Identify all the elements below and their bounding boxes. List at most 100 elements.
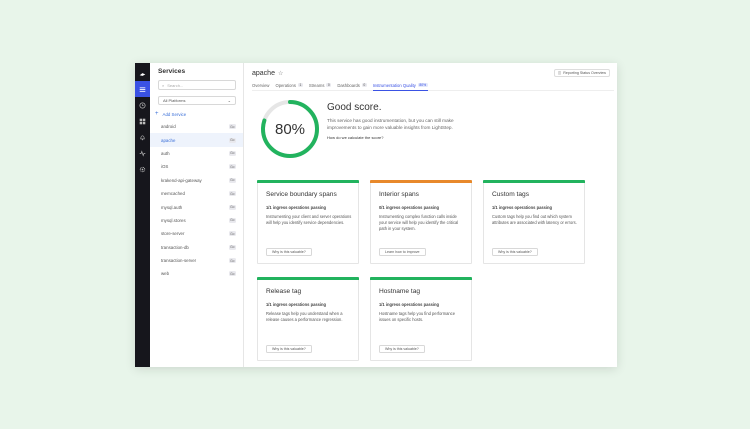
language-badge: Go (228, 271, 236, 277)
card-status: 1/1 ingress operations passing (379, 302, 440, 307)
card-service-boundary-spans: Service boundary spans 1/1 ingress opera… (257, 180, 359, 264)
add-service-button[interactable]: + Add Service (155, 111, 243, 117)
app-window: Services ⌕ Search... All Platforms ⌄ + A… (135, 63, 617, 367)
why-valuable-button[interactable]: Why is this valuable? (492, 248, 538, 256)
platform-select[interactable]: All Platforms ⌄ (158, 96, 236, 105)
card-status-bar (257, 277, 359, 280)
score-calculation-link[interactable]: How do we calculate the score? (327, 135, 462, 140)
card-status: 1/1 ingress operations passing (266, 205, 327, 210)
service-item[interactable]: iOS Go (150, 160, 243, 173)
bell-icon[interactable] (135, 129, 150, 145)
card-custom-tags: Custom tags 1/1 ingress operations passi… (483, 180, 585, 264)
language-badge: Go (228, 244, 236, 250)
card-status: 1/1 ingress operations passing (492, 205, 553, 210)
service-item[interactable]: krakend-api-gateway Go (150, 174, 243, 187)
search-icon: ⌕ (162, 82, 165, 88)
service-search-input[interactable]: ⌕ Search... (158, 80, 236, 90)
service-name: android (161, 124, 176, 130)
tab-count: 1 (297, 83, 303, 87)
card-interior-spans: Interior spans 0/1 ingress operations pa… (370, 180, 472, 264)
tab-label: Overview (252, 83, 270, 88)
card-hostname-tag: Hostname tag 1/1 ingress operations pass… (370, 277, 472, 361)
tab-streams[interactable]: Streams 0 (308, 83, 332, 90)
why-valuable-button[interactable]: Why is this valuable? (266, 345, 312, 353)
score-text: Good score. This service has good instru… (327, 102, 462, 160)
card-status-bar (483, 180, 585, 183)
card-status-bar (370, 277, 472, 280)
score-summary: 80% Good score. This service has good in… (252, 98, 617, 160)
why-valuable-button[interactable]: Why is this valuable? (379, 345, 425, 353)
clock-icon[interactable] (135, 97, 150, 113)
card-status: 1/1 ingress operations passing (266, 302, 327, 307)
language-badge: Go (228, 258, 236, 264)
language-badge: Go (228, 150, 236, 156)
language-badge: Go (228, 231, 236, 237)
score-title: Good score. (327, 102, 382, 113)
why-valuable-button[interactable]: Why is this valuable? (266, 248, 312, 256)
nav-rail (135, 63, 150, 367)
score-ring: 80% (259, 98, 321, 160)
card-status: 0/1 ingress operations passing (379, 205, 440, 210)
service-item[interactable]: android Go (150, 120, 243, 133)
service-name: transaction-server (161, 258, 197, 264)
logo-icon[interactable] (135, 67, 150, 81)
pulse-icon[interactable] (135, 145, 150, 161)
service-header: apache ☆ ◫ Reporting Status Overview (252, 69, 617, 77)
service-name: krakend-api-gateway (161, 177, 202, 183)
list-icon[interactable] (135, 81, 150, 97)
service-name-heading: apache (252, 69, 275, 77)
add-service-label: Add Service (162, 111, 187, 117)
tab-overview[interactable]: Overview (252, 83, 269, 90)
service-item[interactable]: store-server Go (150, 227, 243, 240)
card-title: Interior spans (379, 191, 419, 198)
tab-dashboards[interactable]: Dashboards 0 (337, 83, 367, 90)
tab-bar: Overview Operations 1 Streams 0 Dashboards… (252, 83, 614, 91)
service-list: android Go apache Go auth Go iOS Go krakend-… (150, 120, 243, 281)
card-title: Hostname tag (379, 288, 421, 295)
service-item[interactable]: auth Go (150, 147, 243, 160)
language-badge: Go (228, 124, 236, 130)
language-badge: Go (228, 204, 236, 210)
card-description: Custom tags help you find out which syst… (492, 214, 577, 225)
card-status-bar (257, 180, 359, 183)
tab-instrumentation-quality[interactable]: Instrumentation Quality 80% (372, 83, 428, 91)
card-description: Release tags help you understand when a … (266, 311, 343, 322)
service-item[interactable]: transaction-server Go (150, 254, 243, 267)
report-icon: ◫ (557, 71, 562, 75)
tab-count: 0 (361, 83, 367, 87)
service-name: mysql.auth (161, 204, 183, 210)
grid-icon[interactable] (135, 113, 150, 129)
card-description: Instrumenting your client and server ope… (266, 214, 352, 225)
star-icon[interactable]: ☆ (278, 70, 283, 77)
gear-icon[interactable] (135, 161, 150, 177)
search-placeholder: Search... (167, 82, 184, 88)
service-item[interactable]: memcached Go (150, 187, 243, 200)
service-item[interactable]: mysql.stores Go (150, 214, 243, 227)
card-description: Instrumenting complex function calls ins… (379, 214, 459, 231)
reporting-status-button[interactable]: ◫ Reporting Status Overview (553, 69, 610, 77)
card-description: Hostname tags help you find performance … (379, 311, 456, 322)
tab-label: Instrumentation Quality (372, 83, 416, 88)
learn-how-button[interactable]: Learn how to improve (379, 248, 426, 256)
score-percent: 80% (274, 120, 306, 138)
service-item[interactable]: web Go (150, 267, 243, 280)
card-title: Service boundary spans (266, 191, 337, 198)
service-item[interactable]: transaction-db Go (150, 241, 243, 254)
tab-operations[interactable]: Operations 1 (275, 83, 303, 90)
services-title: Services (158, 68, 186, 75)
platform-select-value: All Platforms (163, 98, 186, 103)
language-badge: Go (228, 137, 236, 143)
chevron-down-icon: ⌄ (227, 98, 231, 103)
tab-label: Dashboards (337, 83, 360, 88)
service-name: transaction-db (161, 244, 189, 250)
service-item[interactable]: mysql.auth Go (150, 200, 243, 213)
language-badge: Go (228, 191, 236, 197)
service-item-selected[interactable]: apache Go (150, 133, 243, 147)
service-name: memcached (161, 191, 185, 197)
service-name: store-server (161, 231, 185, 237)
tab-label: Streams (308, 83, 325, 88)
service-name: mysql.stores (161, 217, 186, 223)
service-name: iOS (161, 164, 169, 170)
services-panel: Services ⌕ Search... All Platforms ⌄ + A… (150, 63, 244, 367)
card-status-bar (370, 180, 472, 183)
